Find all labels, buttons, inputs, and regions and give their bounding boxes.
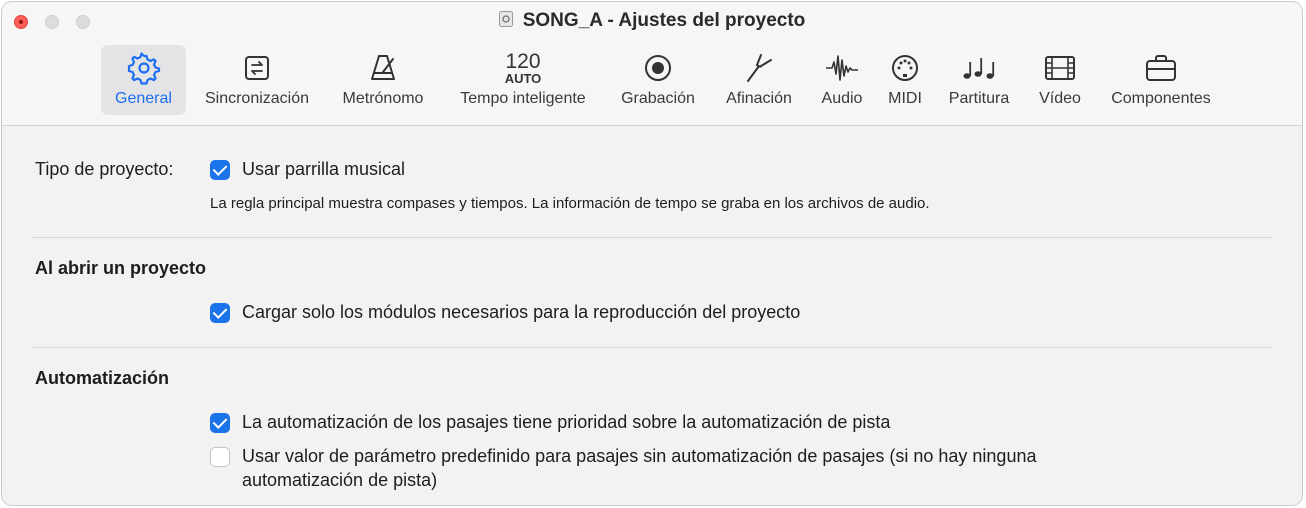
tab-sync[interactable]: Sincronización <box>193 45 321 115</box>
tab-tuning[interactable]: Afinación <box>714 45 804 115</box>
general-settings-pane: Tipo de proyecto: Usar parrilla musical … <box>2 127 1302 505</box>
automation-section-title: Automatización <box>35 368 170 388</box>
document-icon <box>498 11 513 27</box>
default-parameter-value-checkbox[interactable] <box>210 447 230 467</box>
toolbar: SONG_A - Ajustes del proyecto General Si… <box>2 2 1302 126</box>
film-icon <box>1045 56 1075 80</box>
midi-port-icon <box>892 55 918 81</box>
separator <box>32 347 1272 348</box>
region-automation-priority-label[interactable]: La automatización de los pasajes tiene p… <box>242 410 890 434</box>
tab-metronome-label: Metrónomo <box>342 90 424 107</box>
project-type-label: Tipo de proyecto: <box>35 159 174 179</box>
tab-assets[interactable]: Componentes <box>1100 45 1222 115</box>
tab-midi[interactable]: MIDI <box>876 45 934 115</box>
tab-video-label: Vídeo <box>1039 90 1081 107</box>
project-settings-window: SONG_A - Ajustes del proyecto General Si… <box>1 1 1303 506</box>
default-parameter-value-label-line1[interactable]: Usar valor de parámetro predefinido para… <box>242 444 1036 468</box>
tab-tuning-label: Afinación <box>726 90 792 107</box>
tab-midi-label: MIDI <box>888 90 922 107</box>
load-needed-plugins-checkbox[interactable] <box>210 303 230 323</box>
record-icon <box>645 55 671 81</box>
tab-smart-tempo-label: Tempo inteligente <box>460 90 586 107</box>
briefcase-icon <box>1146 55 1176 81</box>
region-automation-priority-checkbox[interactable] <box>210 413 230 433</box>
project-type-description: La regla principal muestra compases y ti… <box>210 195 930 212</box>
sync-icon <box>245 56 269 80</box>
tab-general[interactable]: General <box>101 45 186 115</box>
tab-sync-label: Sincronización <box>204 90 310 107</box>
smart-tempo-number: 120 <box>505 49 541 73</box>
tab-assets-label: Componentes <box>1111 90 1211 107</box>
gear-icon <box>127 52 160 85</box>
tab-audio-label: Audio <box>821 90 863 107</box>
metronome-icon <box>371 55 395 80</box>
separator <box>32 237 1272 238</box>
on-open-section-title: Al abrir un proyecto <box>35 258 207 278</box>
tab-audio[interactable]: Audio <box>812 45 872 115</box>
music-grid-checkbox-label[interactable]: Usar parrilla musical <box>242 157 405 181</box>
tab-recording-label: Grabación <box>621 90 695 107</box>
load-needed-plugins-label[interactable]: Cargar solo los módulos necesarios para … <box>242 300 800 324</box>
tab-score-label: Partitura <box>948 90 1010 107</box>
tab-metronome[interactable]: Metrónomo <box>330 45 436 115</box>
tab-video[interactable]: Vídeo <box>1027 45 1093 115</box>
waveform-icon <box>826 55 858 81</box>
tab-score[interactable]: Partitura <box>938 45 1020 115</box>
music-grid-checkbox[interactable] <box>210 160 230 180</box>
tuning-fork-icon <box>747 54 772 82</box>
tab-recording[interactable]: Grabación <box>610 45 706 115</box>
tab-smart-tempo[interactable]: 120 AUTO Tempo inteligente <box>446 45 600 115</box>
notes-icon <box>963 58 995 79</box>
window-title: SONG_A - Ajustes del proyecto <box>2 10 1302 32</box>
smart-tempo-auto: AUTO <box>504 70 542 86</box>
window-title-text: SONG_A - Ajustes del proyecto <box>522 10 806 31</box>
default-parameter-value-label-line2[interactable]: automatización de pista) <box>242 468 437 492</box>
tab-general-label: General <box>115 90 172 107</box>
